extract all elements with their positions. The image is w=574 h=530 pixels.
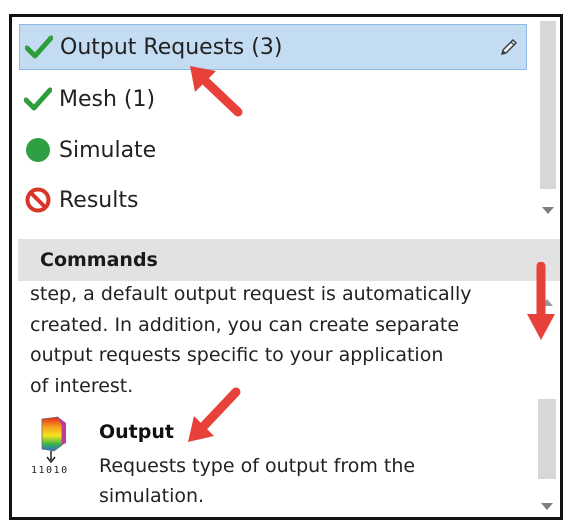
command-name: Output [99,421,174,443]
tree-scrollbar[interactable] [536,17,560,239]
description-line: step, a default output request is automa… [30,283,472,305]
description-line: created. In addition, you can create sep… [30,313,460,336]
icon-binary-caption: 11010 [31,465,69,475]
tree-item-label: Simulate [59,137,157,163]
tree-item-results[interactable]: Results [19,177,527,223]
tree-item-label: Results [59,187,139,213]
command-output[interactable]: 11010 Output Requests type of output fro… [26,415,526,515]
command-description-line: simulation. [99,485,205,507]
commands-title: Commands [40,249,158,271]
command-description-line: Requests type of output from the [99,455,416,477]
check-icon [24,32,54,62]
commands-panel: step, a default output request is automa… [12,281,560,517]
scroll-down-arrow-icon[interactable] [542,207,554,214]
description-line: of interest. [30,374,134,397]
prohibited-icon [23,185,53,215]
description-line: output requests specific to your applica… [30,344,444,366]
commands-description: step, a default output request is automa… [30,281,510,401]
tree-item-simulate[interactable]: Simulate [19,127,527,173]
tree-item-label: Mesh (1) [59,86,156,112]
screenshot-frame: Output Requests (3) Mesh (1) Simulate Re… [9,14,563,520]
annotation-arrow-icon [527,262,555,340]
scrollbar-thumb[interactable] [540,21,556,189]
annotation-arrow-icon [188,387,241,442]
tree-item-mesh[interactable]: Mesh (1) [19,76,527,122]
annotation-arrow-icon [190,66,243,117]
green-circle-icon [23,135,53,165]
tree-item-label: Output Requests (3) [60,34,283,60]
scroll-down-arrow-icon[interactable] [541,503,553,510]
command-description: Requests type of output from the simulat… [99,451,415,511]
tree-item-output-requests[interactable]: Output Requests (3) [19,24,527,70]
commands-header: Commands [18,239,560,281]
output-icon: 11010 [30,415,78,476]
pencil-icon[interactable] [498,36,520,58]
scrollbar-thumb[interactable] [538,399,556,479]
workflow-tree: Output Requests (3) Mesh (1) Simulate Re… [12,17,560,239]
check-icon [23,84,53,114]
